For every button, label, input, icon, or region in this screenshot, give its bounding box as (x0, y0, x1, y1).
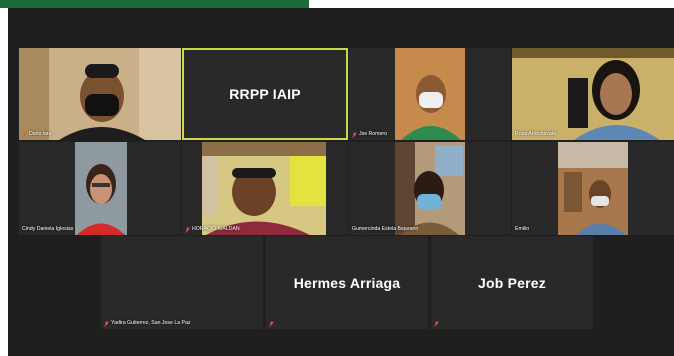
participant-name: Cindy Daniela Iglesias (22, 226, 74, 232)
video-frame-rosa-arrechavala (512, 48, 674, 140)
video-frame-jse-romero (395, 48, 465, 140)
video-frame-horacio-waldan (202, 142, 326, 235)
participant-tile-jse-romero[interactable]: Jse Romero (349, 48, 511, 140)
participant-tile-yadira-gutierrez[interactable]: Yadira Gutierrez, San Jose La Paz (101, 236, 263, 329)
mic-off-icon (434, 321, 439, 327)
participant-video (395, 142, 465, 235)
video-frame-darlo-lara (19, 48, 181, 140)
participant-name-tag: Rosa Arrechavala (515, 131, 556, 138)
participant-tile-cindy-daniela-iglesias[interactable]: Cindy Daniela Iglesias (19, 142, 181, 235)
participant-display-name: Job Perez (478, 274, 546, 291)
participant-name-tag: Yadira Gutierrez, San Jose La Paz (104, 320, 191, 327)
video-frame-cindy-daniela-iglesias (75, 142, 127, 235)
video-frame-gumercinda-estela-bejarano (395, 142, 465, 235)
video-gallery: Darlo lara RRPP IAIP Jse Romero Rosa Arr… (8, 8, 674, 356)
participant-tile-gumercinda-estela-bejarano[interactable]: Gumercinda Estela Bejarano (349, 142, 511, 235)
participant-name-tag (269, 321, 274, 327)
mic-off-icon (185, 226, 190, 233)
mic-off-icon (22, 131, 27, 138)
participant-tile-darlo-lara[interactable]: Darlo lara (19, 48, 181, 140)
participant-video (558, 142, 628, 235)
mic-off-icon (352, 131, 357, 138)
participant-name: HORACIO WALDAN (192, 226, 240, 232)
mic-off-icon (104, 320, 109, 327)
participant-name-tag: Darlo lara (22, 131, 52, 138)
participant-name: Gumercinda Estela Bejarano (352, 226, 419, 232)
participant-name-tag: Gumercinda Estela Bejarano (352, 226, 418, 233)
top-accent-bar (0, 0, 309, 8)
participant-display-name: RRPP IAIP (229, 86, 301, 102)
participant-display-name: Hermes Arriaga (293, 274, 401, 291)
mic-off-icon (269, 321, 274, 327)
participant-name: Rosa Arrechavala (515, 131, 556, 137)
video-frame-emilio (558, 142, 628, 235)
participant-tile-emilio[interactable]: Emilio (512, 142, 674, 235)
participant-name-tag (434, 321, 439, 327)
participant-tile-rrpp-iaip[interactable]: RRPP IAIP (182, 48, 348, 140)
participant-video (512, 48, 674, 140)
participant-video (75, 142, 127, 235)
participant-name: Darlo lara (29, 131, 52, 137)
participant-name-tag: HORACIO WALDAN (185, 226, 240, 233)
participant-name-tag: Cindy Daniela Iglesias (22, 226, 73, 233)
participant-video (395, 48, 465, 140)
participant-tile-hermes-arriaga[interactable]: Hermes Arriaga (266, 236, 428, 329)
participant-video (19, 48, 181, 140)
participant-name: Jse Romero (359, 131, 387, 137)
participant-name-tag: Jse Romero (352, 131, 387, 138)
participant-name: Emilio (515, 226, 530, 232)
participant-video (202, 142, 326, 235)
participant-tile-job-perez[interactable]: Job Perez (431, 236, 593, 329)
participant-tile-horacio-waldan[interactable]: HORACIO WALDAN (182, 142, 348, 235)
participant-name: Yadira Gutierrez, San Jose La Paz (111, 320, 191, 326)
participant-tile-rosa-arrechavala[interactable]: Rosa Arrechavala (512, 48, 674, 140)
participant-name-tag: Emilio (515, 226, 529, 233)
